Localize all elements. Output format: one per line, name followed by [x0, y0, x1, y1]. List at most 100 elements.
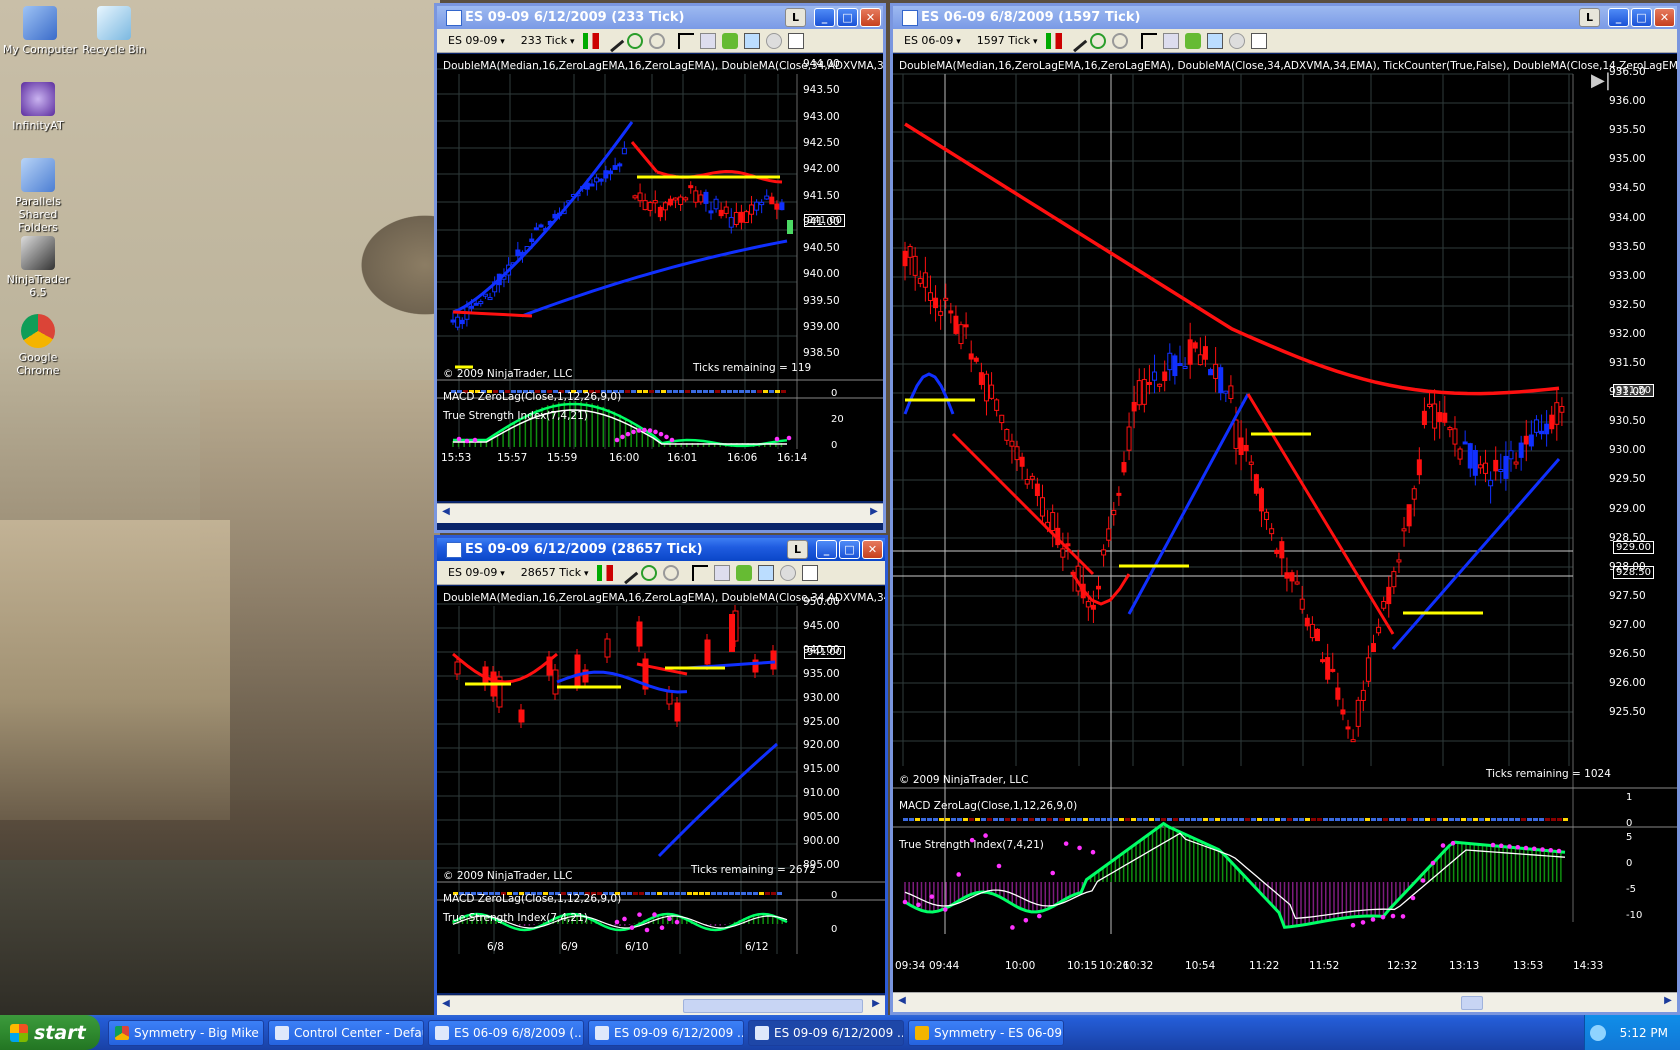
interval-select[interactable]: 28657 Tick — [516, 566, 594, 579]
scroll-right-icon[interactable]: ▶ — [867, 506, 881, 521]
bar-type-icon[interactable] — [582, 32, 599, 49]
scroll-right-icon[interactable]: ▶ — [869, 998, 883, 1013]
candle-body — [917, 278, 923, 284]
strategy-icon[interactable] — [1184, 32, 1201, 49]
instrument-select[interactable]: ES 06-09 — [899, 34, 966, 47]
clock-icon[interactable] — [1228, 32, 1245, 49]
desktop-icon[interactable]: Parallels Shared Folders — [0, 158, 76, 234]
zoom-out-icon[interactable] — [662, 564, 679, 581]
properties-icon[interactable] — [713, 564, 730, 581]
zoom-in-icon[interactable] — [640, 564, 657, 581]
desktop-icon[interactable]: Recycle Bin — [76, 6, 152, 56]
taskbar-button[interactable]: Symmetry - Big Mike ... — [108, 1019, 264, 1046]
interval-select[interactable]: 233 Tick — [516, 34, 580, 47]
taskbar-button[interactable]: Control Center - Default — [268, 1019, 424, 1046]
macd-state-bar — [1059, 818, 1064, 821]
properties-icon[interactable] — [699, 32, 716, 49]
price-chart-panel[interactable]: DoubleMA(Median,16,ZeroLagEMA,16,ZeroLag… — [437, 586, 885, 993]
chart-window-233-tick[interactable]: ES 09-09 6/12/2009 (233 Tick) L _ □ ✕ ES… — [434, 3, 886, 533]
window-titlebar[interactable]: ES 09-09 6/12/2009 (28657 Tick) L _ □ ✕ — [437, 538, 885, 561]
clock-icon[interactable] — [765, 32, 782, 49]
close-button[interactable]: ✕ — [860, 8, 881, 27]
draw-tool-icon[interactable] — [615, 561, 638, 584]
horizontal-scrollbar[interactable]: ◀ ▶ — [437, 995, 885, 1015]
zoom-in-icon[interactable] — [1089, 32, 1106, 49]
chart-window-28657-tick[interactable]: ES 09-09 6/12/2009 (28657 Tick) L _ □ ✕ … — [434, 535, 888, 1016]
data-box-icon[interactable] — [1250, 32, 1267, 49]
window-titlebar[interactable]: ES 09-09 6/12/2009 (233 Tick) L _ □ ✕ — [437, 6, 883, 29]
draw-tool-icon[interactable] — [1064, 29, 1087, 52]
scroll-left-icon[interactable]: ◀ — [895, 995, 909, 1010]
desktop-icon[interactable]: NinjaTrader 6.5 — [0, 236, 76, 299]
price-chart-panel[interactable]: DoubleMA(Median,16,ZeroLagEMA,16,ZeroLag… — [437, 54, 883, 501]
desktop-icon[interactable]: My Computer — [2, 6, 78, 56]
maximize-button[interactable]: □ — [837, 8, 858, 27]
link-button[interactable]: L — [785, 8, 806, 27]
link-button[interactable]: L — [787, 540, 808, 559]
scroll-thumb[interactable] — [683, 999, 863, 1013]
scroll-left-icon[interactable]: ◀ — [439, 998, 453, 1013]
link-button[interactable]: L — [1579, 8, 1600, 27]
candle-body — [1146, 381, 1152, 385]
macd-state-bar — [775, 390, 780, 393]
properties-icon[interactable] — [1162, 32, 1179, 49]
data-box-icon[interactable] — [801, 564, 818, 581]
desktop-icon[interactable]: Google Chrome — [0, 314, 76, 377]
crosshair-icon[interactable] — [677, 32, 694, 49]
macd-state-bar — [1095, 818, 1100, 821]
strategy-icon[interactable] — [721, 32, 738, 49]
macd-state-bar — [765, 892, 770, 895]
clock-icon[interactable] — [779, 564, 796, 581]
help-icon[interactable] — [1589, 1024, 1606, 1041]
price-axis-label: 934.00 — [1609, 211, 1646, 224]
taskbar-button[interactable]: Symmetry - ES 06-09 ... — [908, 1019, 1064, 1046]
crosshair-icon[interactable] — [691, 564, 708, 581]
zoom-out-icon[interactable] — [648, 32, 665, 49]
chart-window-1597-tick[interactable]: ES 06-09 6/8/2009 (1597 Tick) L _ □ ✕ ES… — [890, 3, 1680, 1015]
data-box-icon[interactable] — [787, 32, 804, 49]
instrument-select[interactable]: ES 09-09 — [443, 566, 510, 579]
scroll-thumb[interactable] — [1461, 996, 1483, 1010]
candle-body — [1233, 419, 1239, 449]
zoom-in-icon[interactable] — [626, 32, 643, 49]
go-to-end-icon[interactable]: ▶| — [1591, 70, 1611, 91]
macd-state-bar — [1161, 818, 1166, 821]
start-button[interactable]: start — [0, 1015, 100, 1050]
horizontal-scrollbar[interactable]: ◀ ▶ — [437, 503, 883, 523]
macd-state-bar — [1125, 818, 1130, 821]
taskbar-button[interactable]: ES 09-09 6/12/2009 ... — [748, 1019, 904, 1046]
indicators-icon[interactable] — [1206, 32, 1223, 49]
draw-tool-icon[interactable] — [601, 29, 624, 52]
bar-type-icon[interactable] — [596, 564, 613, 581]
minimize-button[interactable]: _ — [1608, 8, 1629, 27]
candle-body — [1090, 604, 1096, 610]
minimize-button[interactable]: _ — [814, 8, 835, 27]
bar-type-icon[interactable] — [1045, 32, 1062, 49]
strategy-icon[interactable] — [735, 564, 752, 581]
candle-body — [1101, 549, 1107, 556]
macd-state-bar — [927, 818, 932, 821]
zoom-out-icon[interactable] — [1111, 32, 1128, 49]
taskbar-button[interactable]: ES 06-09 6/8/2009 (... — [428, 1019, 584, 1046]
desktop-icon[interactable]: InfinityAT — [0, 82, 76, 132]
maximize-button[interactable]: □ — [839, 540, 860, 559]
window-titlebar[interactable]: ES 06-09 6/8/2009 (1597 Tick) L _ □ ✕ — [893, 6, 1677, 29]
instrument-select[interactable]: ES 09-09 — [443, 34, 510, 47]
signal-dot — [669, 437, 675, 443]
interval-select[interactable]: 1597 Tick — [972, 34, 1043, 47]
candle-body — [604, 638, 611, 658]
scroll-left-icon[interactable]: ◀ — [439, 506, 453, 521]
candle-body — [1518, 442, 1524, 458]
scroll-right-icon[interactable]: ▶ — [1661, 995, 1675, 1010]
taskbar-button[interactable]: ES 09-09 6/12/2009 ... — [588, 1019, 744, 1046]
price-chart-panel[interactable]: DoubleMA(Median,16,ZeroLagEMA,16,ZeroLag… — [893, 54, 1677, 992]
horizontal-scrollbar[interactable]: ◀ ▶ — [893, 992, 1677, 1012]
minimize-button[interactable]: _ — [816, 540, 837, 559]
signal-dot — [1380, 914, 1386, 920]
close-button[interactable]: ✕ — [862, 540, 883, 559]
crosshair-icon[interactable] — [1140, 32, 1157, 49]
maximize-button[interactable]: □ — [1631, 8, 1652, 27]
close-button[interactable]: ✕ — [1654, 8, 1675, 27]
indicators-icon[interactable] — [757, 564, 774, 581]
indicators-icon[interactable] — [743, 32, 760, 49]
